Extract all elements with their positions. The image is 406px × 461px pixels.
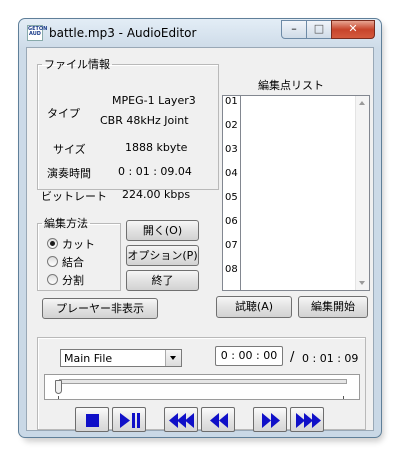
size-label: サイズ xyxy=(53,143,86,156)
chevron-down-icon[interactable] xyxy=(165,350,181,366)
edit-points-scrollbar[interactable] xyxy=(355,96,369,290)
window-title: battle.mp3 - AudioEditor xyxy=(49,26,197,40)
app-window: GETON AUD battle.mp3 - AudioEditor – □ ✕… xyxy=(18,18,382,438)
slider-tick xyxy=(58,396,59,399)
type-value-line1: MPEG-1 Layer3 xyxy=(112,94,196,107)
total-time-display: 0 : 01 : 09 xyxy=(302,352,359,365)
close-button[interactable]: ✕ xyxy=(331,20,375,39)
hide-player-button[interactable]: プレーヤー非表示 xyxy=(42,298,158,319)
radio-cut[interactable] xyxy=(47,238,58,249)
client-area: ファイル情報 タイプ MPEG-1 Layer3 CBR 48kHz Joint… xyxy=(26,47,374,432)
open-button[interactable]: 開く(O) xyxy=(126,220,199,241)
bitrate-value: 224.00 kbps xyxy=(122,188,191,201)
row-number: 04 xyxy=(225,168,238,179)
radio-split-label[interactable]: 分割 xyxy=(62,272,84,288)
options-button[interactable]: オプション(P) xyxy=(126,245,199,266)
row-number: 06 xyxy=(225,216,238,227)
radio-cut-label[interactable]: カット xyxy=(62,236,95,252)
slider-tick xyxy=(343,396,344,399)
row-number: 08 xyxy=(225,264,238,275)
time-separator: / xyxy=(290,350,295,365)
start-edit-button[interactable]: 編集開始 xyxy=(298,296,368,318)
play-pause-icon xyxy=(120,413,140,428)
fast-rewind-icon xyxy=(169,413,194,428)
radio-split[interactable] xyxy=(47,274,58,285)
stop-button[interactable] xyxy=(75,407,109,432)
row-number: 03 xyxy=(225,144,238,155)
scroll-up-icon[interactable] xyxy=(359,101,365,105)
seek-slider[interactable] xyxy=(44,374,360,400)
audition-button[interactable]: 試聴(A) xyxy=(216,296,292,318)
bitrate-label: ビットレート xyxy=(41,190,107,203)
scroll-down-icon[interactable] xyxy=(359,281,365,285)
row-number: 02 xyxy=(225,120,238,131)
type-value-line2: CBR 48kHz Joint xyxy=(100,114,189,127)
radio-join[interactable] xyxy=(47,256,58,267)
minimize-button[interactable]: – xyxy=(281,20,307,39)
fast-rewind-button[interactable] xyxy=(164,407,198,432)
fast-forward-button[interactable] xyxy=(290,407,324,432)
row-number: 07 xyxy=(225,240,238,251)
row-number: 05 xyxy=(225,192,238,203)
app-icon: GETON AUD xyxy=(27,25,47,41)
edit-mode-legend: 編集方法 xyxy=(44,217,88,230)
type-label: タイプ xyxy=(47,107,80,120)
size-value: 1888 kbyte xyxy=(125,141,188,154)
duration-value: 0 : 01 : 09.04 xyxy=(118,165,192,178)
forward-icon xyxy=(262,413,280,428)
duration-label: 演奏時間 xyxy=(47,167,91,180)
source-select-value: Main File xyxy=(64,352,113,365)
edit-points-title: 編集点リスト xyxy=(258,79,324,92)
title-bar[interactable]: GETON AUD battle.mp3 - AudioEditor – □ ✕ xyxy=(19,19,381,47)
file-info-legend: ファイル情報 xyxy=(44,58,110,71)
edit-points-list[interactable]: 01 02 03 04 05 06 07 08 xyxy=(222,95,370,291)
maximize-button[interactable]: □ xyxy=(306,20,332,39)
rewind-button[interactable] xyxy=(201,407,235,432)
rewind-icon xyxy=(210,413,228,428)
radio-join-label[interactable]: 結合 xyxy=(62,254,84,270)
source-select[interactable]: Main File xyxy=(60,349,182,367)
stop-icon xyxy=(86,414,99,427)
exit-button[interactable]: 終了 xyxy=(126,270,199,291)
seek-thumb[interactable] xyxy=(55,380,62,394)
seek-track xyxy=(59,379,347,384)
forward-button[interactable] xyxy=(253,407,287,432)
edit-points-gutter: 01 02 03 04 05 06 07 08 xyxy=(223,96,241,290)
fast-forward-icon xyxy=(296,413,321,428)
current-time-display: 0 : 00 : 00 xyxy=(215,346,283,366)
play-pause-button[interactable] xyxy=(112,407,146,432)
row-number: 01 xyxy=(225,96,238,107)
